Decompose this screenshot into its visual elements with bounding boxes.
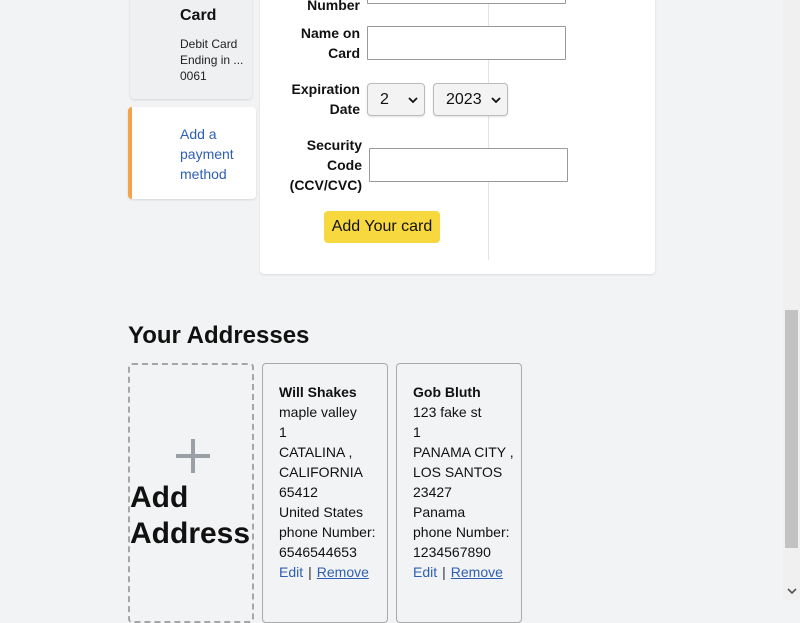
expiration-year-value: 2023 — [446, 90, 482, 108]
address-phone: 1234567890 — [413, 544, 491, 560]
address-phone: 6546544653 — [279, 544, 357, 560]
address-country: Panama — [413, 504, 466, 520]
address-country: United States — [279, 504, 364, 520]
edit-address-link[interactable]: Edit — [413, 564, 437, 580]
add-address-tile[interactable]: Add Address — [128, 363, 254, 623]
add-payment-method-link[interactable]: Add a payment method — [180, 124, 250, 184]
expiration-month-select[interactable]: 2 — [367, 83, 425, 116]
add-payment-method-card[interactable]: Add a payment method — [128, 107, 256, 199]
address-phone-label: phone Number: — [413, 524, 510, 540]
payment-method-card[interactable]: Card Debit Card Ending in ... 0061 — [130, 0, 252, 99]
address-name: Will Shakes — [279, 384, 357, 400]
payment-method-description: Debit Card Ending in ... 0061 — [180, 37, 244, 83]
remove-address-link[interactable]: Remove — [451, 564, 503, 580]
add-address-label: Add Address — [130, 481, 251, 550]
edit-address-link[interactable]: Edit — [279, 564, 303, 580]
card-number-input[interactable] — [367, 0, 566, 4]
address-line2: 1 — [279, 424, 287, 440]
name-on-card-input[interactable] — [367, 26, 566, 60]
address-city-state: PANAMA CITY , LOS SANTOS — [413, 444, 514, 480]
address-card: Will Shakes maple valley 1 CATALINA , CA… — [262, 363, 388, 623]
address-actions: Edit | Remove — [413, 562, 517, 582]
address-line1: maple valley — [279, 404, 357, 420]
scroll-down-arrow-icon[interactable] — [786, 586, 798, 596]
security-code-input[interactable] — [369, 148, 568, 182]
address-line1: 123 fake st — [413, 404, 482, 420]
address-name: Gob Bluth — [413, 384, 481, 400]
address-city-state: CATALINA , CALIFORNIA — [279, 444, 364, 480]
plus-icon — [176, 439, 210, 473]
chevron-down-icon — [491, 96, 501, 103]
address-line2: 1 — [413, 424, 421, 440]
expiration-date-label: Expiration Date — [291, 81, 360, 117]
expiration-year-select[interactable]: 2023 — [433, 83, 508, 116]
name-on-card-label: Name on Card — [300, 25, 360, 61]
security-code-label: Security Code (CCV/CVC) — [289, 137, 362, 193]
link-separator: | — [442, 564, 446, 580]
page-scrollbar-thumb[interactable] — [785, 310, 798, 548]
add-your-card-button[interactable]: Add Your card — [324, 211, 440, 243]
remove-address-link[interactable]: Remove — [317, 564, 369, 580]
chevron-down-icon — [408, 96, 418, 103]
address-actions: Edit | Remove — [279, 562, 383, 582]
card-number-label: Number — [307, 0, 360, 13]
address-zip: 23427 — [413, 484, 452, 500]
address-phone-label: phone Number: — [279, 524, 376, 540]
address-card: Gob Bluth 123 fake st 1 PANAMA CITY , LO… — [396, 363, 522, 623]
addresses-heading: Your Addresses — [128, 322, 310, 349]
expiration-month-value: 2 — [380, 90, 389, 108]
link-separator: | — [308, 564, 312, 580]
address-zip: 65412 — [279, 484, 318, 500]
payment-method-title: Card — [180, 7, 217, 24]
